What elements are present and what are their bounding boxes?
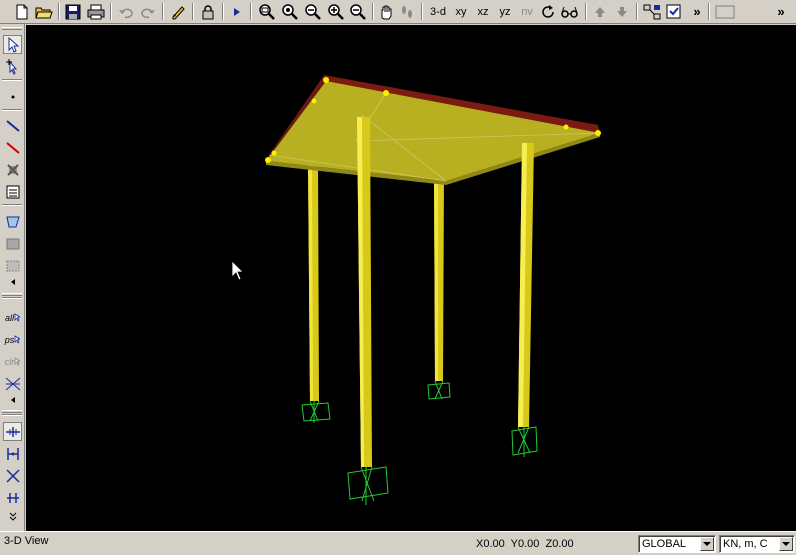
set-display-options-icon[interactable] [664, 2, 684, 21]
perspective-glasses-icon[interactable] [559, 2, 581, 21]
draw-frame-icon[interactable] [3, 116, 22, 135]
reshape-pointer-icon[interactable] [3, 57, 22, 76]
draw-link-icon[interactable] [3, 160, 22, 179]
coordinate-system-select[interactable]: GLOBAL [638, 535, 716, 553]
snap-to-points-icon[interactable] [3, 422, 22, 441]
previous-selection-label: ps [4, 334, 15, 345]
draw-joint-icon[interactable] [3, 87, 22, 106]
joint-marker [265, 157, 271, 163]
support-back-left [301, 400, 331, 423]
snap-to-intersections-icon[interactable] [3, 466, 22, 485]
view-xz-button[interactable]: xz [473, 2, 493, 21]
pencil-icon[interactable] [168, 2, 188, 21]
clear-selection-label: clr [4, 356, 15, 367]
column-back-left [308, 161, 319, 401]
redo-icon[interactable] [138, 2, 158, 21]
units-select[interactable]: KN, m, C [719, 535, 795, 553]
mouse-cursor-icon [231, 260, 244, 281]
get-previous-selection-button[interactable]: ps [3, 330, 22, 349]
chevron-down-icon[interactable] [700, 537, 714, 551]
object-shrink-icon[interactable] [641, 2, 663, 21]
joint-marker [311, 98, 317, 104]
support-front-left [347, 466, 389, 505]
zoom-window-icon[interactable] [256, 2, 278, 21]
zoom-in-icon[interactable] [325, 2, 347, 21]
view-nv-button[interactable]: nv [517, 2, 537, 21]
scroll-left-icon[interactable] [3, 276, 22, 288]
snap-to-ends-icon[interactable] [3, 444, 22, 463]
toolbar-overflow-button-2[interactable]: » [774, 2, 788, 21]
open-folder-icon[interactable] [33, 2, 55, 21]
select-all-button[interactable]: all [3, 308, 22, 327]
column-back-right [434, 173, 444, 381]
quick-draw-area-icon[interactable] [3, 256, 22, 275]
footprints-icon[interactable] [397, 2, 417, 21]
pointer-select-icon[interactable] [3, 35, 22, 54]
support-back-right [427, 380, 451, 400]
draw-area-icon[interactable] [3, 212, 22, 231]
undo-icon[interactable] [116, 2, 136, 21]
save-icon[interactable] [63, 2, 83, 21]
scroll-down-icon[interactable] [3, 510, 22, 522]
run-analysis-icon[interactable] [228, 2, 246, 21]
joint-marker [383, 90, 389, 96]
view-yz-button[interactable]: yz [495, 2, 515, 21]
select-all-label: all [4, 312, 14, 323]
view-3d-button[interactable]: 3-d [427, 2, 449, 21]
intersecting-line-select-icon[interactable] [3, 374, 22, 393]
toolbar-extra-icon[interactable] [712, 2, 738, 21]
draw-cable-icon[interactable] [3, 138, 22, 157]
units-value: KN, m, C [723, 538, 768, 550]
joint-marker [323, 77, 329, 83]
left-toolbar: all ps clr [0, 24, 25, 531]
draw-section-cut-icon[interactable] [3, 182, 22, 201]
coordinate-system-value: GLOBAL [642, 538, 687, 550]
draw-rect-area-icon[interactable] [3, 234, 22, 253]
clear-selection-button[interactable]: clr [3, 352, 22, 371]
up-arrow-icon[interactable] [590, 2, 610, 21]
snap-to-perpendicular-icon[interactable] [3, 488, 22, 507]
model-viewport-3d[interactable] [26, 25, 796, 531]
support-front-right [511, 426, 538, 457]
column-front-right [518, 143, 534, 427]
chevron-down-icon[interactable] [779, 537, 793, 551]
zoom-restore-icon[interactable] [279, 2, 301, 21]
supports [301, 380, 538, 505]
lock-icon[interactable] [198, 2, 218, 21]
down-arrow-icon[interactable] [612, 2, 632, 21]
zoom-previous-icon[interactable] [302, 2, 324, 21]
window-title: 3-D View [4, 535, 49, 547]
scroll-left-icon-2[interactable] [3, 394, 22, 406]
zoom-out-icon[interactable] [347, 2, 369, 21]
slab [266, 75, 601, 185]
cursor-coordinates: X0.00 Y0.00 Z0.00 [476, 538, 574, 550]
main-toolbar: 3-d xy xz yz nv » » [0, 0, 796, 24]
new-file-icon[interactable] [12, 2, 32, 21]
pan-hand-icon[interactable] [376, 2, 396, 21]
print-icon[interactable] [85, 2, 107, 21]
structure-model [231, 75, 601, 505]
rotate-view-icon[interactable] [538, 2, 558, 21]
joint-marker [271, 150, 277, 156]
view-xy-button[interactable]: xy [451, 2, 471, 21]
joint-marker [595, 130, 601, 136]
joint-marker [563, 124, 569, 130]
status-bar: 3-D View X0.00 Y0.00 Z0.00 GLOBAL KN, m,… [0, 531, 796, 555]
column-front-left [357, 117, 372, 467]
toolbar-overflow-button[interactable]: » [690, 2, 704, 21]
